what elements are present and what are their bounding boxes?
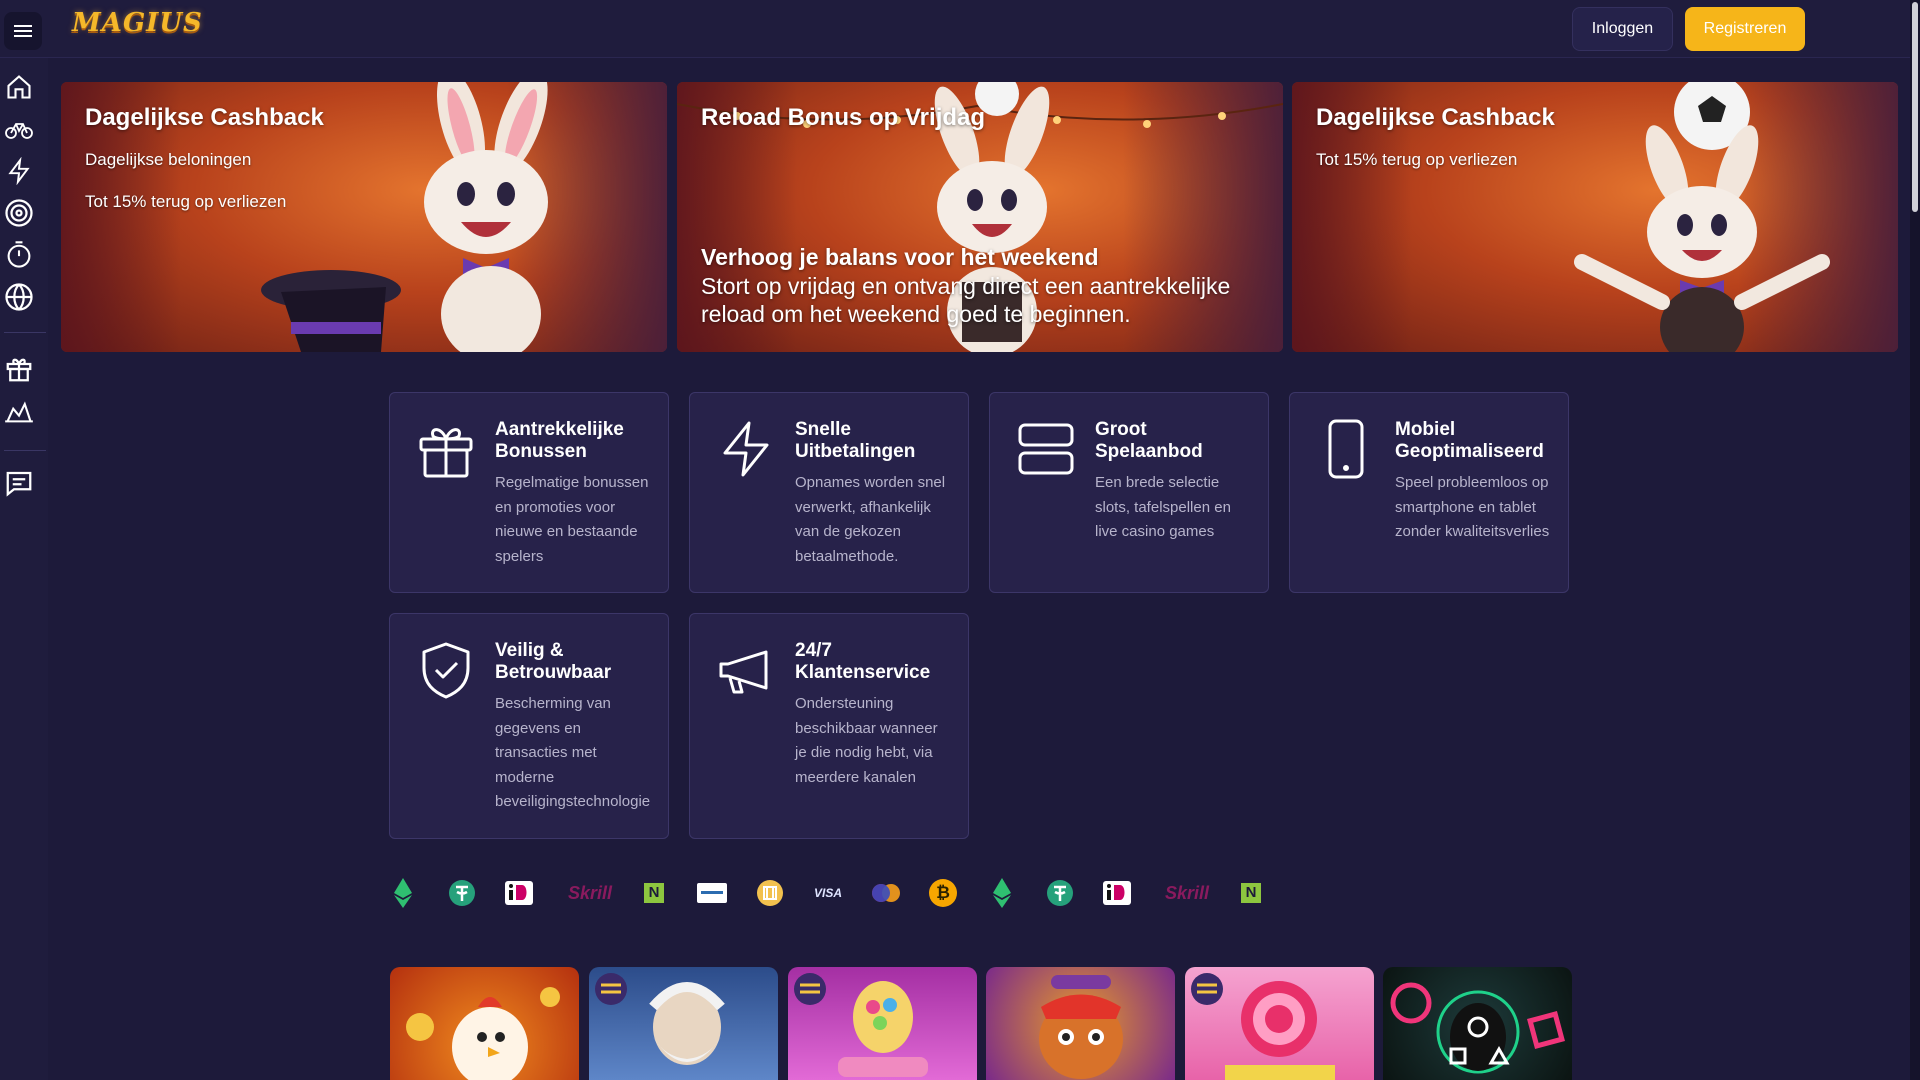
menu-toggle-button[interactable] <box>4 12 42 50</box>
game-tile-squirrel[interactable] <box>986 967 1175 1080</box>
banner-headline: Verhoog je balans voor het weekend <box>701 244 1099 270</box>
feature-title: Veilig & Betrouwbaar <box>495 640 612 683</box>
leaderboard-icon[interactable] <box>4 396 34 426</box>
lightning-icon <box>723 421 769 477</box>
sidebar-divider <box>4 450 46 451</box>
home-icon[interactable] <box>4 72 34 102</box>
game-tile-chicken[interactable] <box>390 967 579 1080</box>
banner-line: Tot 15% terug op verliezen <box>1316 150 1518 169</box>
bitcoin-icon: ₿ <box>928 876 958 910</box>
banner-title: Reload Bonus op Vrijdag <box>701 104 986 131</box>
banner-title: Dagelijkse Cashback <box>85 104 324 131</box>
chat-icon[interactable] <box>4 468 34 498</box>
skrill-icon: Skrill <box>1157 876 1217 910</box>
brand-logo[interactable]: MAGIUS <box>72 8 203 42</box>
timer-icon[interactable] <box>4 240 34 270</box>
visa-icon: VISA <box>810 876 846 910</box>
top-header: MAGIUS Inloggen Registreren <box>0 0 1910 58</box>
neteller-label: N <box>1241 883 1261 903</box>
bitcoin-label: ₿ <box>929 879 957 907</box>
globe-icon[interactable] <box>4 282 34 312</box>
feature-card-support: 24/7 Klantenservice Ondersteuning beschi… <box>689 613 969 839</box>
game-art <box>1390 982 1565 1074</box>
skrill-label: Skrill <box>1164 882 1210 903</box>
banktransfer-icon <box>696 876 728 910</box>
feature-description: Ondersteuning beschikbaar wanneer je die… <box>795 695 938 786</box>
login-button[interactable]: Inloggen <box>1572 7 1673 51</box>
neteller-icon: N <box>1240 876 1262 910</box>
banner-line: Tot 15% terug op verliezen <box>85 192 287 211</box>
skrill-label: Skrill <box>567 882 613 903</box>
feature-description: Bescherming van gegevens en transacties … <box>495 695 651 810</box>
game-tile-zeus[interactable] <box>589 967 778 1080</box>
coin-icon <box>754 876 786 910</box>
game-art <box>1191 973 1335 1080</box>
sidebar <box>0 58 48 1080</box>
feature-description: Een brede selectie slots, tafelspellen e… <box>1095 474 1231 540</box>
feature-title: 24/7 Klantenservice <box>795 640 931 683</box>
feature-title: Mobiel Geoptimaliseerd <box>1395 419 1544 462</box>
visa-label: VISA <box>813 886 842 900</box>
game-tile-sweet-bonanza[interactable] <box>1185 967 1374 1080</box>
neteller-label: N <box>644 883 664 903</box>
game-art <box>1039 975 1123 1079</box>
promo-banner-reload[interactable]: Reload Bonus op Vrijdag Verhoog je balan… <box>677 82 1283 352</box>
feature-title: Groot Spelaanbod <box>1095 419 1203 462</box>
tether-icon <box>447 876 477 910</box>
megaphone-icon <box>719 650 768 694</box>
shield-check-icon <box>422 642 470 699</box>
lightning-icon[interactable] <box>4 156 34 186</box>
game-art <box>406 987 560 1080</box>
game-art <box>794 973 928 1077</box>
feature-title: Aantrekkelijke Bonussen <box>495 419 624 462</box>
mastercard-icon <box>869 876 903 910</box>
gift-icon <box>419 428 473 478</box>
feature-card-bonuses: Aantrekkelijke Bonussen Regelmatige bonu… <box>389 392 669 593</box>
game-art <box>595 973 725 1065</box>
game-tile-sugar-rush[interactable] <box>788 967 977 1080</box>
server-icon <box>1018 423 1074 475</box>
ideal-icon <box>503 876 535 910</box>
feature-card-payouts: Snelle Uitbetalingen Opnames worden snel… <box>689 392 969 593</box>
promo-banner-cashback[interactable]: Dagelijkse Cashback Dagelijkse beloninge… <box>61 82 667 352</box>
tether-icon <box>1045 876 1075 910</box>
ethereum-icon <box>987 876 1017 910</box>
feature-description: Speel probleemloos op smartphone en tabl… <box>1395 474 1550 540</box>
skrill-icon: Skrill <box>560 876 620 910</box>
feature-description: Opnames worden snel verwerkt, afhankelij… <box>795 474 946 565</box>
ideal-icon <box>1101 876 1133 910</box>
feature-card-mobile: Mobiel Geoptimaliseerd Speel probleemloo… <box>1289 392 1569 593</box>
feature-title: Snelle Uitbetalingen <box>795 419 916 462</box>
sidebar-divider <box>4 332 46 333</box>
banner-line: Dagelijkse beloningen <box>85 150 252 169</box>
game-tile-squid[interactable] <box>1383 967 1572 1080</box>
target-icon[interactable] <box>4 198 34 228</box>
promo-banner-cashback-2[interactable]: Dagelijkse Cashback Tot 15% terug op ver… <box>1292 82 1898 352</box>
banner-description: Stort op vrijdag en ontvang direct een a… <box>701 273 1231 327</box>
gift-icon[interactable] <box>4 354 34 384</box>
feature-card-security: Veilig & Betrouwbaar Bescherming van geg… <box>389 613 669 839</box>
hamburger-icon <box>14 25 32 37</box>
neteller-icon: N <box>643 876 665 910</box>
scrollbar-thumb[interactable] <box>1912 2 1918 212</box>
smartphone-icon <box>1328 419 1364 479</box>
ethereum-icon <box>388 876 418 910</box>
feature-card-games: Groot Spelaanbod Een brede selectie slot… <box>989 392 1269 593</box>
banner-title: Dagelijkse Cashback <box>1316 104 1555 131</box>
feature-description: Regelmatige bonussen en promoties voor n… <box>495 474 649 565</box>
register-button[interactable]: Registreren <box>1685 7 1805 51</box>
sports-icon[interactable] <box>4 114 34 144</box>
